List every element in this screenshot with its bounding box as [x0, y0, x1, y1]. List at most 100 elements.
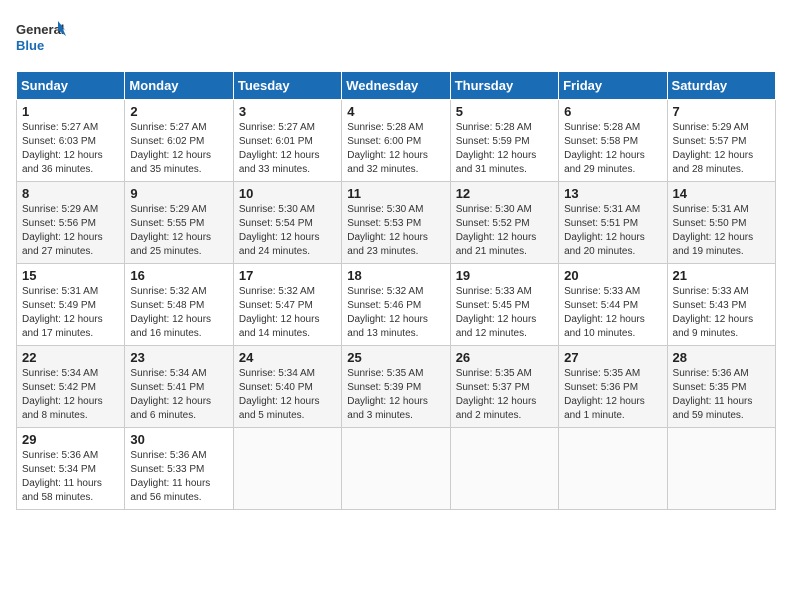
day-number: 19 — [456, 268, 553, 283]
calendar-cell: 27 Sunrise: 5:35 AM Sunset: 5:36 PM Dayli… — [559, 346, 667, 428]
day-info: Sunrise: 5:31 AM Sunset: 5:49 PM Dayligh… — [22, 285, 119, 341]
day-info: Sunrise: 5:32 AM Sunset: 5:48 PM Dayligh… — [130, 285, 227, 341]
day-info: Sunrise: 5:35 AM Sunset: 5:39 PM Dayligh… — [347, 367, 444, 423]
day-number: 13 — [564, 186, 661, 201]
day-number: 18 — [347, 268, 444, 283]
calendar-cell: 11 Sunrise: 5:30 AM Sunset: 5:53 PM Dayli… — [342, 182, 450, 264]
day-number: 8 — [22, 186, 119, 201]
svg-text:Blue: Blue — [16, 38, 44, 53]
calendar-cell: 12Sunrise: 5:30 AM Sunset: 5:52 PM Dayli… — [450, 182, 558, 264]
calendar-table: SundayMondayTuesdayWednesdayThursdayFrid… — [16, 71, 776, 510]
calendar-cell: 28 Sunrise: 5:36 AM Sunset: 5:35 PM Dayli… — [667, 346, 775, 428]
day-number: 21 — [673, 268, 770, 283]
calendar-cell: 3Sunrise: 5:27 AM Sunset: 6:01 PM Daylig… — [233, 100, 341, 182]
calendar-week-4: 22 Sunrise: 5:34 AM Sunset: 5:42 PM Dayli… — [17, 346, 776, 428]
calendar-cell: 4 Sunrise: 5:28 AM Sunset: 6:00 PM Daylig… — [342, 100, 450, 182]
day-info: Sunrise: 5:32 AM Sunset: 5:46 PM Dayligh… — [347, 285, 444, 341]
calendar-cell — [233, 428, 341, 510]
day-info: Sunrise: 5:33 AM Sunset: 5:44 PM Dayligh… — [564, 285, 661, 341]
calendar-cell: 18 Sunrise: 5:32 AM Sunset: 5:46 PM Dayli… — [342, 264, 450, 346]
day-number: 27 — [564, 350, 661, 365]
day-number: 28 — [673, 350, 770, 365]
day-number: 10 — [239, 186, 336, 201]
day-info: Sunrise: 5:30 AM Sunset: 5:53 PM Dayligh… — [347, 203, 444, 259]
col-header-sunday: Sunday — [17, 72, 125, 100]
day-info: Sunrise: 5:36 AM Sunset: 5:35 PM Dayligh… — [673, 367, 770, 423]
calendar-cell: 26 Sunrise: 5:35 AM Sunset: 5:37 PM Dayli… — [450, 346, 558, 428]
day-number: 7 — [673, 104, 770, 119]
page-header: General Blue — [16, 16, 776, 61]
day-info: Sunrise: 5:28 AM Sunset: 5:59 PM Dayligh… — [456, 121, 553, 177]
calendar-week-1: 1Sunrise: 5:27 AM Sunset: 6:03 PM Daylig… — [17, 100, 776, 182]
day-number: 15 — [22, 268, 119, 283]
day-number: 5 — [456, 104, 553, 119]
calendar-cell — [450, 428, 558, 510]
day-info: Sunrise: 5:28 AM Sunset: 6:00 PM Dayligh… — [347, 121, 444, 177]
calendar-cell — [342, 428, 450, 510]
day-info: Sunrise: 5:32 AM Sunset: 5:47 PM Dayligh… — [239, 285, 336, 341]
day-number: 2 — [130, 104, 227, 119]
calendar-cell: 6Sunrise: 5:28 AM Sunset: 5:58 PM Daylig… — [559, 100, 667, 182]
day-number: 11 — [347, 186, 444, 201]
day-info: Sunrise: 5:30 AM Sunset: 5:54 PM Dayligh… — [239, 203, 336, 259]
day-number: 12 — [456, 186, 553, 201]
day-info: Sunrise: 5:34 AM Sunset: 5:40 PM Dayligh… — [239, 367, 336, 423]
calendar-cell: 16 Sunrise: 5:32 AM Sunset: 5:48 PM Dayli… — [125, 264, 233, 346]
calendar-cell: 9Sunrise: 5:29 AM Sunset: 5:55 PM Daylig… — [125, 182, 233, 264]
day-number: 20 — [564, 268, 661, 283]
calendar-cell: 24 Sunrise: 5:34 AM Sunset: 5:40 PM Dayli… — [233, 346, 341, 428]
calendar-cell: 22 Sunrise: 5:34 AM Sunset: 5:42 PM Dayli… — [17, 346, 125, 428]
calendar-cell: 30 Sunrise: 5:36 AM Sunset: 5:33 PM Dayli… — [125, 428, 233, 510]
day-number: 16 — [130, 268, 227, 283]
day-info: Sunrise: 5:27 AM Sunset: 6:02 PM Dayligh… — [130, 121, 227, 177]
calendar-cell: 17 Sunrise: 5:32 AM Sunset: 5:47 PM Dayli… — [233, 264, 341, 346]
calendar-cell — [667, 428, 775, 510]
day-number: 30 — [130, 432, 227, 447]
day-number: 1 — [22, 104, 119, 119]
day-info: Sunrise: 5:35 AM Sunset: 5:37 PM Dayligh… — [456, 367, 553, 423]
day-number: 23 — [130, 350, 227, 365]
calendar-cell: 5 Sunrise: 5:28 AM Sunset: 5:59 PM Daylig… — [450, 100, 558, 182]
calendar-cell: 25 Sunrise: 5:35 AM Sunset: 5:39 PM Dayli… — [342, 346, 450, 428]
calendar-cell: 1Sunrise: 5:27 AM Sunset: 6:03 PM Daylig… — [17, 100, 125, 182]
calendar-cell: 13 Sunrise: 5:31 AM Sunset: 5:51 PM Dayli… — [559, 182, 667, 264]
day-info: Sunrise: 5:36 AM Sunset: 5:34 PM Dayligh… — [22, 449, 119, 505]
calendar-cell: 21 Sunrise: 5:33 AM Sunset: 5:43 PM Dayli… — [667, 264, 775, 346]
day-info: Sunrise: 5:33 AM Sunset: 5:45 PM Dayligh… — [456, 285, 553, 341]
svg-text:General: General — [16, 22, 64, 37]
day-info: Sunrise: 5:33 AM Sunset: 5:43 PM Dayligh… — [673, 285, 770, 341]
day-info: Sunrise: 5:31 AM Sunset: 5:50 PM Dayligh… — [673, 203, 770, 259]
day-number: 29 — [22, 432, 119, 447]
calendar-cell: 29 Sunrise: 5:36 AM Sunset: 5:34 PM Dayli… — [17, 428, 125, 510]
day-number: 4 — [347, 104, 444, 119]
day-info: Sunrise: 5:36 AM Sunset: 5:33 PM Dayligh… — [130, 449, 227, 505]
calendar-cell: 7 Sunrise: 5:29 AM Sunset: 5:57 PM Daylig… — [667, 100, 775, 182]
day-number: 24 — [239, 350, 336, 365]
calendar-cell: 15 Sunrise: 5:31 AM Sunset: 5:49 PM Dayli… — [17, 264, 125, 346]
col-header-thursday: Thursday — [450, 72, 558, 100]
col-header-saturday: Saturday — [667, 72, 775, 100]
day-info: Sunrise: 5:29 AM Sunset: 5:57 PM Dayligh… — [673, 121, 770, 177]
day-number: 17 — [239, 268, 336, 283]
header-row: SundayMondayTuesdayWednesdayThursdayFrid… — [17, 72, 776, 100]
day-info: Sunrise: 5:34 AM Sunset: 5:42 PM Dayligh… — [22, 367, 119, 423]
day-info: Sunrise: 5:31 AM Sunset: 5:51 PM Dayligh… — [564, 203, 661, 259]
day-info: Sunrise: 5:34 AM Sunset: 5:41 PM Dayligh… — [130, 367, 227, 423]
day-info: Sunrise: 5:29 AM Sunset: 5:56 PM Dayligh… — [22, 203, 119, 259]
day-number: 3 — [239, 104, 336, 119]
calendar-cell: 8 Sunrise: 5:29 AM Sunset: 5:56 PM Daylig… — [17, 182, 125, 264]
day-number: 14 — [673, 186, 770, 201]
logo-svg: General Blue — [16, 16, 66, 61]
day-info: Sunrise: 5:35 AM Sunset: 5:36 PM Dayligh… — [564, 367, 661, 423]
col-header-tuesday: Tuesday — [233, 72, 341, 100]
day-number: 22 — [22, 350, 119, 365]
col-header-wednesday: Wednesday — [342, 72, 450, 100]
day-number: 25 — [347, 350, 444, 365]
col-header-friday: Friday — [559, 72, 667, 100]
calendar-week-3: 15 Sunrise: 5:31 AM Sunset: 5:49 PM Dayli… — [17, 264, 776, 346]
calendar-week-5: 29 Sunrise: 5:36 AM Sunset: 5:34 PM Dayli… — [17, 428, 776, 510]
calendar-cell: 14 Sunrise: 5:31 AM Sunset: 5:50 PM Dayli… — [667, 182, 775, 264]
calendar-cell: 19 Sunrise: 5:33 AM Sunset: 5:45 PM Dayli… — [450, 264, 558, 346]
day-number: 6 — [564, 104, 661, 119]
day-number: 26 — [456, 350, 553, 365]
